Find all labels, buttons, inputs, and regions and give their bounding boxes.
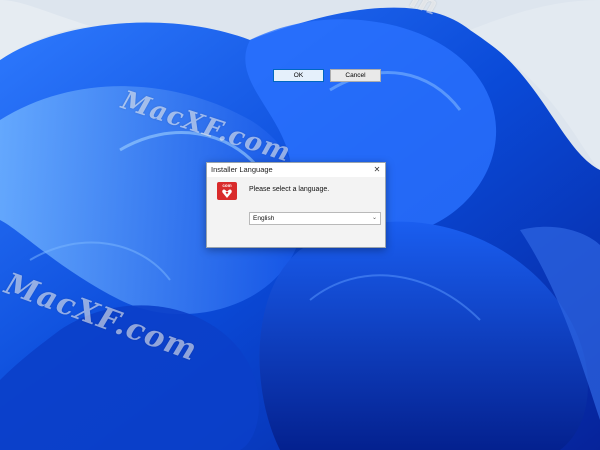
dialog-titlebar[interactable]: Installer Language ✕: [207, 163, 385, 177]
language-select[interactable]: English ⌄: [249, 212, 381, 225]
app-icon-label: com: [222, 183, 232, 188]
ok-button[interactable]: OK: [273, 69, 324, 82]
language-prompt: Please select a language.: [249, 186, 330, 193]
chevron-down-icon[interactable]: ⌄: [372, 214, 377, 221]
dialog-title: Installer Language: [211, 165, 273, 174]
cancel-button[interactable]: Cancel: [330, 69, 381, 82]
installer-app-icon: com: [217, 182, 237, 200]
down-arrow-heart-icon: [222, 189, 232, 198]
close-button[interactable]: ✕: [369, 163, 385, 177]
installer-language-dialog: Installer Language ✕ com Please select a…: [206, 162, 386, 248]
language-select-value: English: [253, 214, 275, 222]
